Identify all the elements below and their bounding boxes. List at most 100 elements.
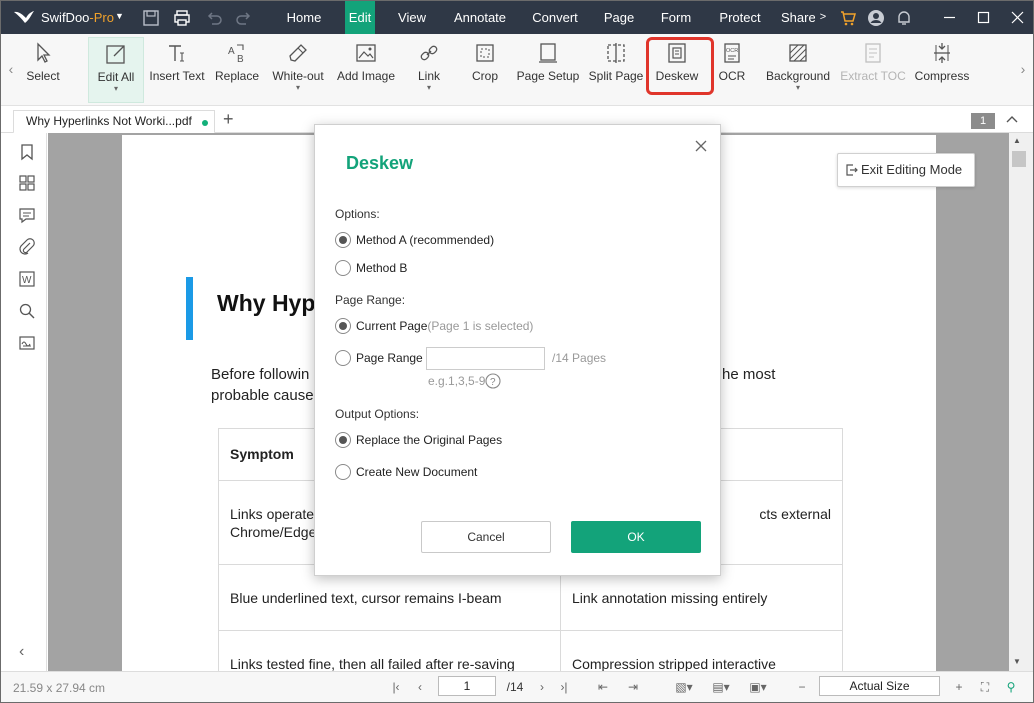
- options-label: Options:: [335, 207, 380, 221]
- left-sidebar: W ‹: [1, 133, 47, 671]
- scroll-mode-icon[interactable]: ▤▾: [708, 678, 734, 696]
- ocr-button[interactable]: OCR OCR: [713, 37, 751, 103]
- scroll-down-icon[interactable]: ▼: [1013, 657, 1021, 666]
- background-button[interactable]: Background ▾: [763, 37, 833, 103]
- link-dropdown-icon[interactable]: ▾: [409, 84, 449, 92]
- bookmark-icon[interactable]: [18, 143, 36, 161]
- create-new-document-radio[interactable]: Create New Document: [335, 463, 477, 481]
- menu-scroll-right-icon[interactable]: >: [817, 1, 829, 34]
- account-icon[interactable]: [867, 9, 885, 27]
- replace-original-radio[interactable]: Replace the Original Pages: [335, 431, 502, 449]
- method-a-radio[interactable]: Method A (recommended): [335, 231, 494, 249]
- table-row-3-right: Compression stripped interactive: [560, 630, 843, 671]
- cancel-button[interactable]: Cancel: [421, 521, 551, 553]
- save-icon[interactable]: [142, 9, 160, 27]
- white-out-dropdown-icon[interactable]: ▾: [269, 84, 327, 92]
- signature-icon[interactable]: [18, 334, 36, 352]
- menu-view[interactable]: View: [391, 1, 433, 34]
- next-page-icon[interactable]: ›: [535, 678, 549, 696]
- range-example-hint: e.g.1,3,5-9: [428, 374, 486, 388]
- undo-icon[interactable]: [205, 9, 223, 27]
- ribbon-scroll-right-icon[interactable]: ›: [1017, 54, 1029, 84]
- crop-button[interactable]: Crop: [465, 37, 505, 103]
- ribbon-scroll-left-icon[interactable]: ‹: [5, 54, 17, 84]
- fullscreen-icon[interactable]: ⛶: [977, 678, 993, 696]
- app-menu-chevron-icon[interactable]: ▼: [115, 11, 124, 21]
- replace-button[interactable]: AB Replace: [213, 37, 261, 103]
- redo-icon[interactable]: [235, 9, 253, 27]
- menu-page[interactable]: Page: [599, 1, 639, 34]
- page-range-radio[interactable]: Page Range: [335, 349, 423, 367]
- collapse-ribbon-icon[interactable]: [1005, 113, 1019, 127]
- cart-icon[interactable]: [839, 9, 857, 27]
- menu-edit[interactable]: Edit: [345, 1, 375, 34]
- app-window: SwifDoo-Pro ▼ Home Edit View Annotate Co…: [0, 0, 1034, 703]
- zoom-out-icon[interactable]: −: [794, 678, 810, 696]
- comments-icon[interactable]: [18, 206, 36, 224]
- pin-icon[interactable]: ⚲: [1003, 678, 1019, 696]
- zoom-level-select[interactable]: Actual Size: [819, 676, 940, 696]
- insert-text-button[interactable]: Insert Text: [148, 37, 206, 103]
- search-icon[interactable]: [18, 302, 36, 320]
- menu-annotate[interactable]: Annotate: [447, 1, 513, 34]
- close-icon[interactable]: [693, 138, 709, 154]
- sidebar-collapse-icon[interactable]: ‹: [19, 643, 24, 661]
- page-range-input[interactable]: [426, 347, 545, 370]
- link-button[interactable]: Link ▾: [409, 37, 449, 103]
- menu-convert[interactable]: Convert: [525, 1, 585, 34]
- forward-view-icon[interactable]: ⇥: [625, 678, 641, 696]
- current-page-radio[interactable]: Current Page(Page 1 is selected): [335, 317, 533, 335]
- edit-ribbon: ‹ Select Edit All ▾ Insert Text AB Repla…: [1, 34, 1033, 106]
- ok-button[interactable]: OK: [571, 521, 701, 553]
- compress-icon: [934, 43, 950, 63]
- close-window-icon[interactable]: [1000, 1, 1033, 34]
- first-page-icon[interactable]: |‹: [389, 678, 403, 696]
- bell-icon[interactable]: [895, 9, 913, 27]
- back-view-icon[interactable]: ⇤: [595, 678, 611, 696]
- minimize-icon[interactable]: [932, 1, 966, 34]
- split-page-button[interactable]: Split Page: [587, 37, 645, 103]
- select-button[interactable]: Select: [21, 37, 65, 103]
- radio-unchecked-icon: [335, 260, 351, 276]
- page-display-mode-icon[interactable]: ▧▾: [671, 678, 697, 696]
- document-tab[interactable]: Why Hyperlinks Not Worki...pdf: [13, 110, 215, 134]
- document-heading: Why Hyp: [217, 290, 316, 316]
- svg-text:OCR: OCR: [726, 48, 738, 54]
- white-out-button[interactable]: White-out ▾: [269, 37, 327, 103]
- previous-page-icon[interactable]: ‹: [413, 678, 427, 696]
- swifdoo-logo-icon: [14, 11, 34, 23]
- thumbnails-icon[interactable]: [18, 174, 36, 192]
- extract-toc-button[interactable]: Extract TOC: [839, 37, 907, 103]
- link-icon: [420, 45, 438, 61]
- background-dropdown-icon[interactable]: ▾: [763, 84, 833, 92]
- vertical-scrollbar[interactable]: ▲ ▼: [1009, 133, 1033, 671]
- maximize-icon[interactable]: [966, 1, 1000, 34]
- edit-all-dropdown-icon[interactable]: ▾: [89, 85, 143, 93]
- fit-mode-icon[interactable]: ▣▾: [745, 678, 771, 696]
- exit-editing-mode-button[interactable]: Exit Editing Mode: [837, 153, 975, 187]
- print-icon[interactable]: [173, 9, 191, 27]
- menu-form[interactable]: Form: [653, 1, 699, 34]
- word-icon[interactable]: W: [18, 270, 36, 288]
- paragraph-line-2-left: probable cause: [211, 387, 314, 404]
- page-setup-button[interactable]: Page Setup: [515, 37, 581, 103]
- menu-share[interactable]: Share: [781, 1, 815, 34]
- add-tab-icon[interactable]: +: [223, 109, 234, 130]
- menu-protect[interactable]: Protect: [713, 1, 767, 34]
- zoom-in-icon[interactable]: +: [951, 678, 967, 696]
- attachment-icon[interactable]: [18, 238, 36, 256]
- method-b-radio[interactable]: Method B: [335, 259, 407, 277]
- last-page-icon[interactable]: ›|: [557, 678, 571, 696]
- page-number-input[interactable]: 1: [438, 676, 496, 696]
- page-number-badge: 1: [971, 113, 995, 129]
- menu-home[interactable]: Home: [277, 1, 331, 34]
- scrollbar-thumb[interactable]: [1012, 151, 1026, 167]
- help-icon[interactable]: ?: [485, 373, 501, 389]
- exit-icon: [846, 164, 858, 176]
- scroll-up-icon[interactable]: ▲: [1013, 136, 1021, 145]
- svg-text:A: A: [228, 46, 235, 57]
- add-image-button[interactable]: Add Image: [335, 37, 397, 103]
- page-setup-icon: [539, 43, 557, 63]
- edit-all-button[interactable]: Edit All ▾: [88, 37, 144, 103]
- compress-button[interactable]: Compress: [913, 37, 971, 103]
